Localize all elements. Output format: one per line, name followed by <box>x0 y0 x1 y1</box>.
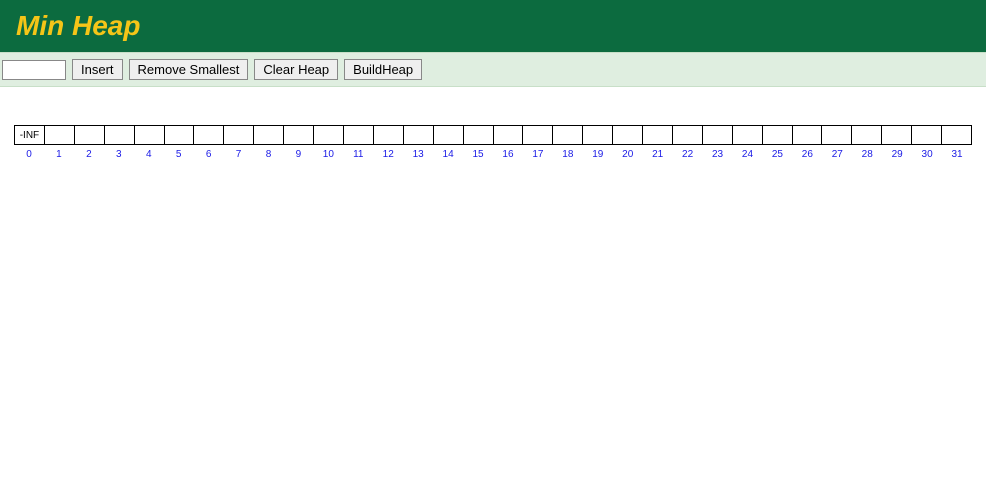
array-cell <box>643 125 673 145</box>
array-cell <box>583 125 613 145</box>
array-cell <box>314 125 344 145</box>
array-cell <box>434 125 464 145</box>
array-index: 28 <box>852 149 882 160</box>
array-index: 5 <box>164 149 194 160</box>
array-index: 7 <box>224 149 254 160</box>
array-cell <box>75 125 105 145</box>
array-index: 27 <box>822 149 852 160</box>
array-index: 21 <box>643 149 673 160</box>
array-cell <box>344 125 374 145</box>
array-index: 13 <box>403 149 433 160</box>
array-cell <box>464 125 494 145</box>
array-cell <box>105 125 135 145</box>
array-cell <box>45 125 75 145</box>
array-index: 10 <box>313 149 343 160</box>
array-cell <box>733 125 763 145</box>
array-display: -INF 01234567891011121314151617181920212… <box>14 125 972 160</box>
array-cell <box>912 125 942 145</box>
array-index: 16 <box>493 149 523 160</box>
remove-smallest-button[interactable]: Remove Smallest <box>129 59 249 80</box>
array-cell <box>404 125 434 145</box>
array-cell <box>494 125 524 145</box>
array-index: 22 <box>673 149 703 160</box>
array-cell <box>553 125 583 145</box>
array-cell <box>822 125 852 145</box>
array-cell <box>942 125 972 145</box>
insert-button[interactable]: Insert <box>72 59 123 80</box>
array-index: 14 <box>433 149 463 160</box>
clear-heap-button[interactable]: Clear Heap <box>254 59 338 80</box>
array-index: 17 <box>523 149 553 160</box>
array-index: 0 <box>14 149 44 160</box>
array-cell <box>194 125 224 145</box>
array-cell <box>254 125 284 145</box>
value-input[interactable] <box>2 60 66 80</box>
array-index: 9 <box>283 149 313 160</box>
array-index: 24 <box>733 149 763 160</box>
array-index: 19 <box>583 149 613 160</box>
page-title: Min Heap <box>16 10 140 42</box>
array-cell <box>673 125 703 145</box>
array-index: 20 <box>613 149 643 160</box>
array-indices: 0123456789101112131415161718192021222324… <box>14 149 972 160</box>
array-cells: -INF <box>14 125 972 145</box>
array-index: 29 <box>882 149 912 160</box>
array-cell <box>374 125 404 145</box>
array-cell <box>793 125 823 145</box>
build-heap-button[interactable]: BuildHeap <box>344 59 422 80</box>
array-index: 15 <box>463 149 493 160</box>
array-cell <box>763 125 793 145</box>
array-cell <box>284 125 314 145</box>
array-index: 8 <box>254 149 284 160</box>
array-index: 6 <box>194 149 224 160</box>
array-cell <box>852 125 882 145</box>
array-index: 12 <box>373 149 403 160</box>
array-index: 2 <box>74 149 104 160</box>
array-cell <box>135 125 165 145</box>
array-index: 23 <box>703 149 733 160</box>
array-index: 11 <box>343 149 373 160</box>
array-cell <box>882 125 912 145</box>
header: Min Heap <box>0 0 986 52</box>
array-index: 18 <box>553 149 583 160</box>
array-cell <box>224 125 254 145</box>
toolbar: Insert Remove Smallest Clear Heap BuildH… <box>0 52 986 87</box>
array-cell: -INF <box>15 125 45 145</box>
array-cell <box>165 125 195 145</box>
canvas-area: -INF 01234567891011121314151617181920212… <box>0 87 986 160</box>
array-cell <box>703 125 733 145</box>
array-index: 3 <box>104 149 134 160</box>
array-index: 1 <box>44 149 74 160</box>
array-index: 25 <box>762 149 792 160</box>
array-index: 26 <box>792 149 822 160</box>
array-cell <box>523 125 553 145</box>
array-index: 30 <box>912 149 942 160</box>
array-index: 4 <box>134 149 164 160</box>
array-index: 31 <box>942 149 972 160</box>
array-cell <box>613 125 643 145</box>
